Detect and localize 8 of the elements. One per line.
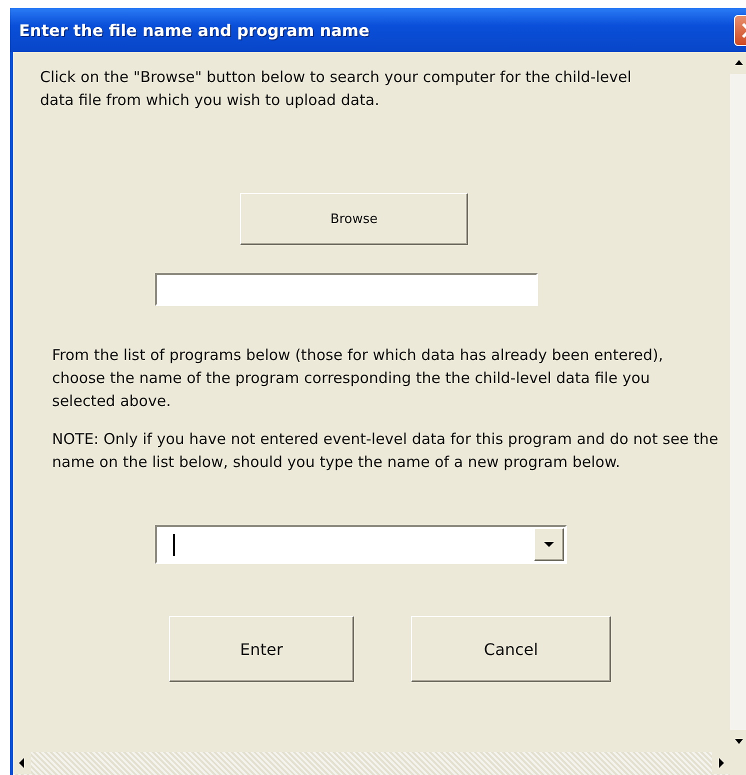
window-title: Enter the file name and program name — [19, 20, 370, 40]
enter-button[interactable]: Enter — [169, 616, 354, 682]
file-path-field[interactable] — [155, 273, 538, 306]
cancel-button[interactable]: Cancel — [411, 616, 611, 682]
note-text: NOTE: Only if you have not entered event-level data for this program and do not see the name on the list below, should you type the name of a new program below. — [52, 429, 720, 473]
browse-button[interactable]: Browse — [240, 193, 468, 245]
instruction-text: From the list of programs below (those for which data has already been entered), choose the name of the program corresponding the the child-level data file you selected above. — [52, 345, 664, 412]
instruction-text: Click on the "Browse" button below to search your computer for the child-level data file from which you wish to upload data. — [40, 67, 632, 111]
